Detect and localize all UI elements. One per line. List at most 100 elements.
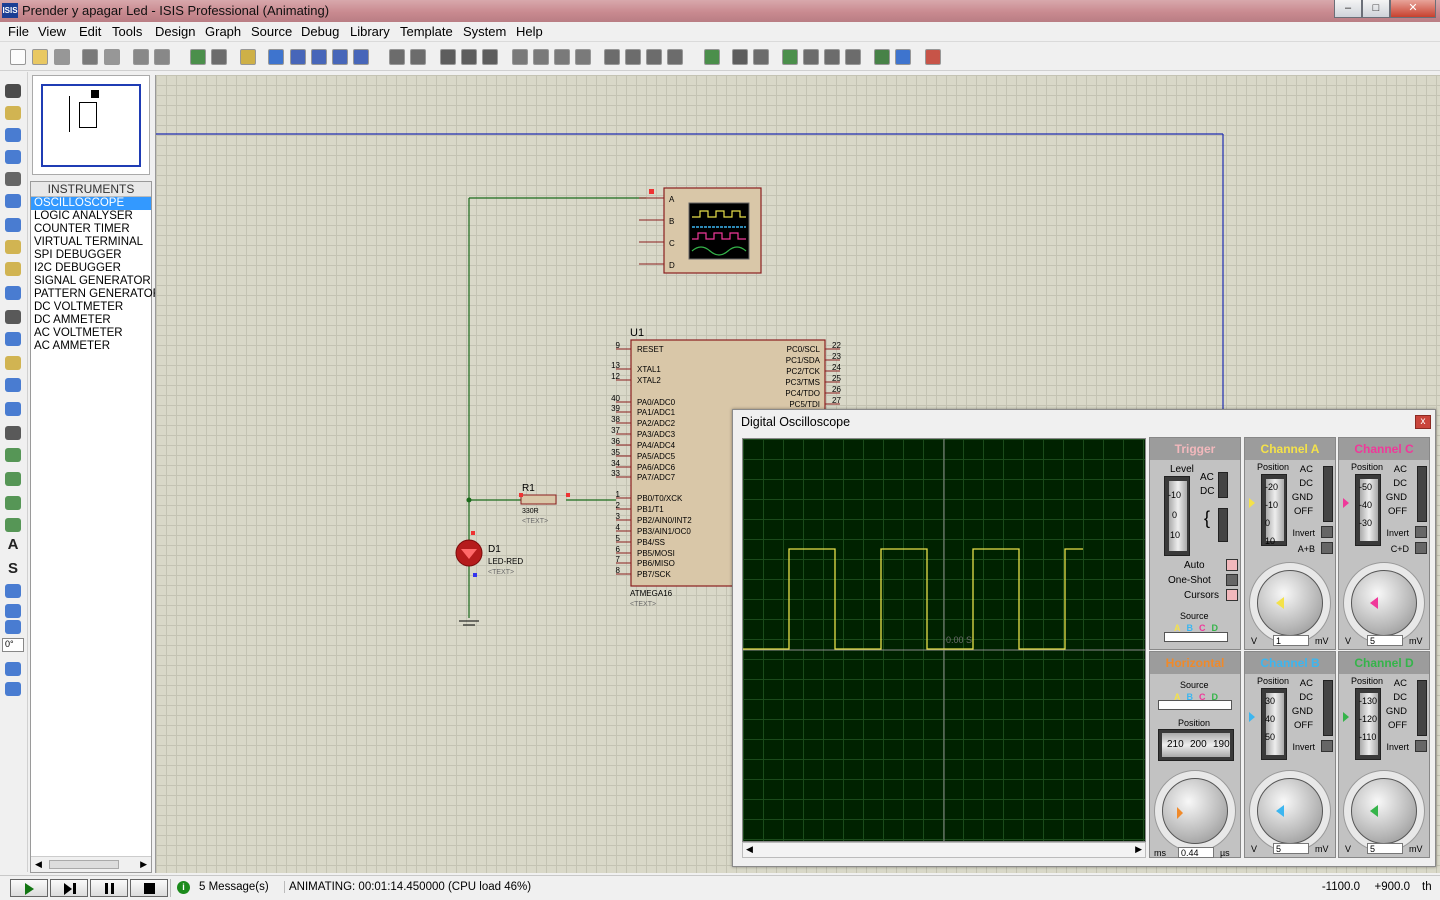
overview-window[interactable] xyxy=(32,75,150,175)
instrument-item[interactable]: SIGNAL GENERATOR xyxy=(31,275,151,288)
device-scrollbar[interactable]: ◀ ▶ xyxy=(31,856,151,872)
scope-scroll-right-icon[interactable]: ▶ xyxy=(1135,844,1142,855)
digital-oscilloscope-window[interactable]: Digital Oscilloscope x 0.00 S ◀ ▶ Trigge… xyxy=(732,409,1436,867)
channel-d-invert-button[interactable] xyxy=(1415,740,1427,752)
make-device-icon[interactable] xyxy=(625,49,641,65)
menu-template[interactable]: Template xyxy=(400,24,453,39)
instrument-item[interactable]: AC AMMETER xyxy=(31,340,151,353)
block-delete-icon[interactable] xyxy=(575,49,591,65)
voltage-probe-icon[interactable] xyxy=(5,356,21,370)
selection-mode-icon[interactable] xyxy=(5,84,21,98)
cut-icon[interactable] xyxy=(440,49,456,65)
export-icon[interactable] xyxy=(104,49,120,65)
trigger-edge-switch[interactable] xyxy=(1218,508,1228,542)
origin-icon[interactable] xyxy=(240,49,256,65)
paste-icon[interactable] xyxy=(482,49,498,65)
menu-system[interactable]: System xyxy=(463,24,506,39)
line-icon[interactable] xyxy=(5,426,21,440)
refresh-icon[interactable] xyxy=(190,49,206,65)
mirror-y-icon[interactable] xyxy=(5,682,21,696)
menu-design[interactable]: Design xyxy=(155,24,195,39)
scroll-thumb[interactable] xyxy=(49,860,119,869)
copy-icon[interactable] xyxy=(461,49,477,65)
channel-a-sum-button[interactable] xyxy=(1321,542,1333,554)
import-icon[interactable] xyxy=(82,49,98,65)
menu-graph[interactable]: Graph xyxy=(205,24,241,39)
wire-label-icon[interactable] xyxy=(5,150,21,164)
instrument-item[interactable]: DC VOLTMETER xyxy=(31,301,151,314)
zoom-in-icon[interactable] xyxy=(290,49,306,65)
trigger-source-slider[interactable] xyxy=(1164,632,1228,642)
terminals-icon[interactable] xyxy=(5,240,21,254)
trigger-coupling-switch[interactable] xyxy=(1218,472,1228,498)
channel-c-sum-button[interactable] xyxy=(1415,542,1427,554)
tape-recorder-icon[interactable] xyxy=(5,310,21,324)
channel-d-coupling-switch[interactable] xyxy=(1417,680,1427,736)
zoom-out-icon[interactable] xyxy=(311,49,327,65)
oscilloscope-hscrollbar[interactable]: ◀ ▶ xyxy=(742,842,1146,858)
mirror-x-icon[interactable] xyxy=(5,662,21,676)
remove-sheet-icon[interactable] xyxy=(803,49,819,65)
netlist-icon[interactable] xyxy=(874,49,890,65)
new-file-icon[interactable] xyxy=(10,49,26,65)
graph-mode-icon[interactable] xyxy=(5,286,21,300)
buses-icon[interactable] xyxy=(5,194,21,208)
channel-b-coupling-switch[interactable] xyxy=(1323,680,1333,736)
save-icon[interactable] xyxy=(54,49,70,65)
virtual-instruments-icon[interactable] xyxy=(5,402,21,416)
pan-icon[interactable] xyxy=(268,49,284,65)
channel-d-volts-knob[interactable] xyxy=(1351,778,1417,844)
redo-icon[interactable] xyxy=(410,49,426,65)
instrument-item[interactable]: DC AMMETER xyxy=(31,314,151,327)
open-icon[interactable] xyxy=(32,49,48,65)
instrument-item[interactable]: PATTERN GENERATOR xyxy=(31,288,161,301)
path-icon[interactable] xyxy=(5,518,21,532)
text-script-icon[interactable] xyxy=(5,172,21,186)
print-icon[interactable] xyxy=(133,49,149,65)
close-button[interactable]: ✕ xyxy=(1390,0,1436,18)
device-pins-icon[interactable] xyxy=(5,262,21,276)
menu-library[interactable]: Library xyxy=(350,24,390,39)
instrument-item[interactable]: OSCILLOSCOPE xyxy=(31,197,151,210)
horizontal-source-slider[interactable] xyxy=(1158,700,1232,710)
trigger-cursors-button[interactable] xyxy=(1226,589,1238,601)
oscilloscope-close-button[interactable]: x xyxy=(1415,415,1431,429)
component-mode-icon[interactable] xyxy=(5,106,21,120)
rotate-cw-icon[interactable] xyxy=(5,604,21,618)
box-icon[interactable] xyxy=(5,448,21,462)
subcircuit-icon[interactable] xyxy=(5,218,21,232)
new-sheet-icon[interactable] xyxy=(782,49,798,65)
trigger-auto-button[interactable] xyxy=(1226,559,1238,571)
channel-a-coupling-switch[interactable] xyxy=(1323,466,1333,522)
symbol-icon[interactable]: S xyxy=(5,561,21,576)
channel-c-coupling-switch[interactable] xyxy=(1417,466,1427,522)
scroll-left-icon[interactable]: ◀ xyxy=(35,859,42,870)
block-move-icon[interactable] xyxy=(533,49,549,65)
block-copy-icon[interactable] xyxy=(512,49,528,65)
channel-a-invert-button[interactable] xyxy=(1321,526,1333,538)
property-assign-icon[interactable] xyxy=(753,49,769,65)
maximize-button[interactable]: □ xyxy=(1362,0,1390,18)
menu-source[interactable]: Source xyxy=(251,24,292,39)
packaging-icon[interactable] xyxy=(646,49,662,65)
pick-device-icon[interactable] xyxy=(604,49,620,65)
menu-file[interactable]: File xyxy=(8,24,29,39)
trigger-oneshot-button[interactable] xyxy=(1226,574,1238,586)
goto-sheet-icon[interactable] xyxy=(824,49,840,65)
wire-autorouter-icon[interactable] xyxy=(704,49,720,65)
channel-c-invert-button[interactable] xyxy=(1415,526,1427,538)
decompose-icon[interactable] xyxy=(667,49,683,65)
rotation-input[interactable]: 0° xyxy=(2,638,24,652)
channel-a-volts-knob[interactable] xyxy=(1257,570,1323,636)
instrument-item[interactable]: AC VOLTMETER xyxy=(31,327,151,340)
print-area-icon[interactable] xyxy=(154,49,170,65)
current-probe-icon[interactable] xyxy=(5,378,21,392)
instrument-item[interactable]: VIRTUAL TERMINAL xyxy=(31,236,151,249)
play-button[interactable] xyxy=(10,879,48,897)
search-icon[interactable] xyxy=(732,49,748,65)
bill-of-materials-icon[interactable] xyxy=(845,49,861,65)
zoom-area-icon[interactable] xyxy=(353,49,369,65)
block-rotate-icon[interactable] xyxy=(554,49,570,65)
zoom-all-icon[interactable] xyxy=(332,49,348,65)
marker-icon[interactable] xyxy=(5,584,21,598)
